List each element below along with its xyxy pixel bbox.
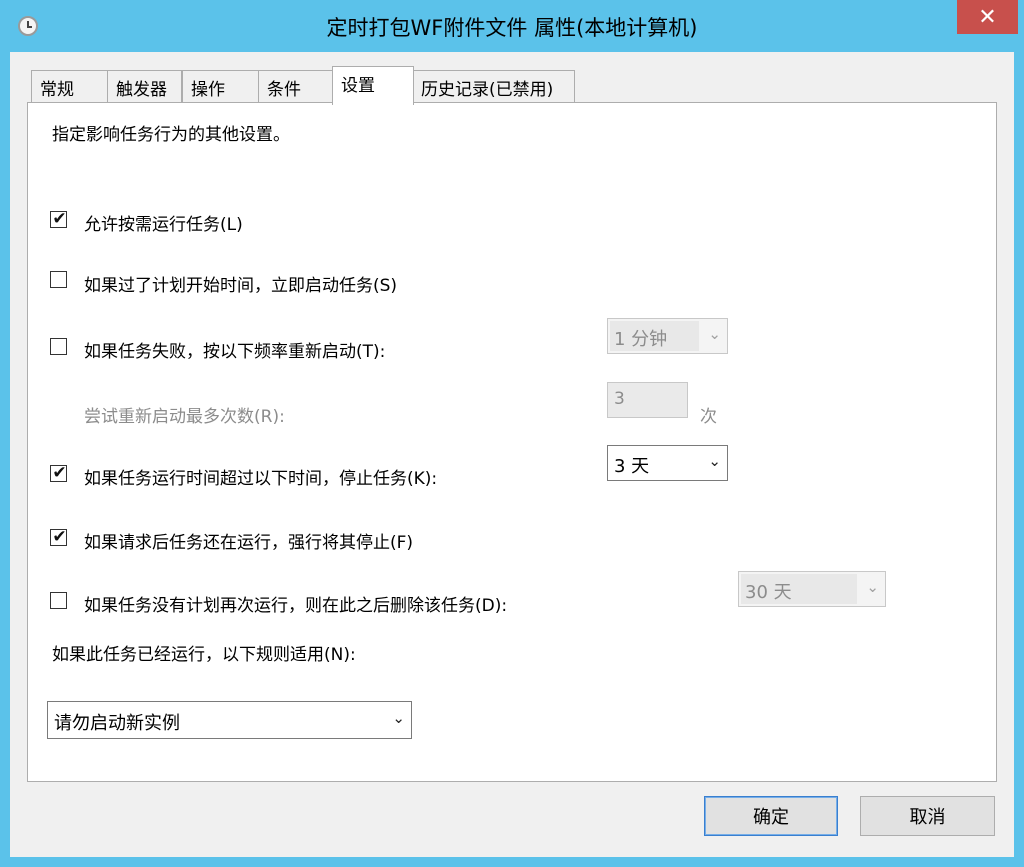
force-stop-label[interactable]: 如果请求后任务还在运行，强行将其停止(F) [84, 528, 413, 553]
chevron-down-icon: ⌄ [708, 452, 721, 470]
ok-button[interactable]: 确定 [704, 796, 838, 836]
settings-description: 指定影响任务行为的其他设置。 [52, 125, 290, 145]
allow-on-demand-checkbox[interactable]: ✔ [50, 209, 67, 229]
settings-panel [27, 102, 997, 782]
if-running-rule-select[interactable]: 请勿启动新实例 ⌄ [47, 701, 412, 739]
run-missed-start-checkbox[interactable] [50, 271, 67, 288]
allow-on-demand-label[interactable]: 允许按需运行任务(L) [84, 210, 243, 235]
restart-interval-select[interactable]: 1 分钟 ⌄ [607, 318, 728, 354]
tab-label: 常规 [40, 80, 74, 100]
ok-button-label: 确定 [753, 807, 789, 828]
tab-label: 设置 [341, 76, 375, 96]
tab-label: 操作 [191, 80, 225, 100]
restart-attempts-input[interactable]: 3 [607, 382, 688, 418]
tab-label: 条件 [267, 80, 301, 100]
check-icon: ✔ [52, 463, 67, 483]
restart-on-fail-checkbox[interactable] [50, 338, 67, 355]
tab-label: 历史记录(已禁用) [421, 80, 554, 100]
cancel-button-label: 取消 [909, 807, 946, 828]
properties-dialog: 定时打包WF附件文件 属性(本地计算机) ✕ 常规 触发器 操作 条件 设置 历… [0, 0, 1024, 867]
tab-actions[interactable]: 操作 [182, 70, 259, 103]
tab-conditions[interactable]: 条件 [258, 70, 334, 103]
stop-duration-value: 3 天 [614, 456, 650, 477]
run-missed-start-label[interactable]: 如果过了计划开始时间，立即启动任务(S) [84, 271, 397, 296]
delete-if-not-scheduled-label[interactable]: 如果任务没有计划再次运行，则在此之后删除该任务(D): [84, 591, 507, 616]
delete-delay-value: 30 天 [745, 582, 792, 603]
window-title: 定时打包WF附件文件 属性(本地计算机) [326, 16, 698, 40]
tab-label: 触发器 [116, 80, 167, 100]
check-icon: ✔ [52, 209, 67, 229]
stop-if-runs-longer-label[interactable]: 如果任务运行时间超过以下时间，停止任务(K): [84, 464, 437, 489]
tab-triggers[interactable]: 触发器 [107, 70, 182, 103]
close-icon: ✕ [978, 4, 997, 30]
close-button[interactable]: ✕ [957, 0, 1018, 34]
if-running-rule-label: 如果此任务已经运行，以下规则适用(N): [52, 645, 356, 665]
title-bar[interactable]: 定时打包WF附件文件 属性(本地计算机) ✕ [0, 0, 1024, 52]
tab-history[interactable]: 历史记录(已禁用) [412, 70, 575, 103]
chevron-down-icon: ⌄ [866, 578, 879, 596]
force-stop-checkbox[interactable]: ✔ [50, 527, 67, 547]
cancel-button[interactable]: 取消 [860, 796, 995, 836]
restart-attempts-value: 3 [614, 389, 625, 409]
tab-general[interactable]: 常规 [31, 70, 108, 103]
if-running-rule-value: 请勿启动新实例 [54, 713, 180, 734]
restart-attempts-label: 尝试重新启动最多次数(R): [84, 407, 285, 427]
check-icon: ✔ [52, 527, 67, 547]
restart-interval-value: 1 分钟 [614, 329, 668, 350]
chevron-down-icon: ⌄ [392, 709, 405, 727]
chevron-down-icon: ⌄ [708, 325, 721, 343]
delete-delay-select[interactable]: 30 天 ⌄ [738, 571, 886, 607]
stop-if-runs-longer-checkbox[interactable]: ✔ [50, 463, 67, 483]
stop-duration-select[interactable]: 3 天 ⌄ [607, 445, 728, 481]
tab-settings[interactable]: 设置 [332, 66, 414, 105]
restart-on-fail-label[interactable]: 如果任务失败，按以下频率重新启动(T): [84, 337, 385, 362]
delete-if-not-scheduled-checkbox[interactable] [50, 592, 67, 609]
restart-attempts-unit: 次 [700, 407, 717, 427]
